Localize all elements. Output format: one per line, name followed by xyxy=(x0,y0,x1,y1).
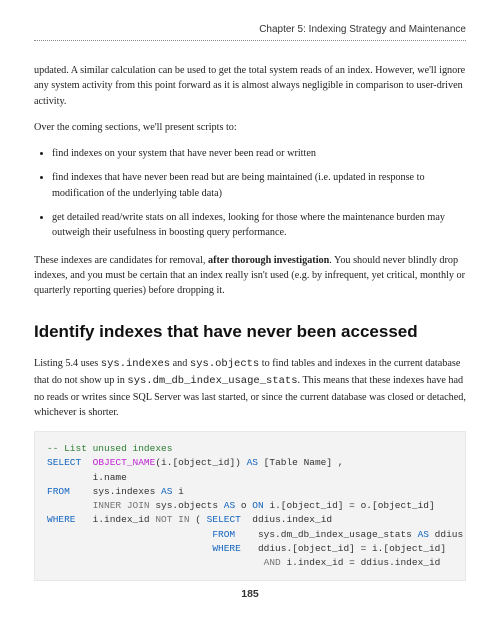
code-inline: sys.objects xyxy=(190,358,259,370)
code-text: (i.[object_id]) xyxy=(155,457,241,468)
code-keyword: WHERE xyxy=(47,514,76,525)
code-not-in: NOT IN xyxy=(155,514,189,525)
code-keyword: AS xyxy=(161,486,172,497)
bullet-list: find indexes on your system that have ne… xyxy=(34,146,466,240)
code-text: ddius xyxy=(429,529,463,540)
paragraph-4: Listing 5.4 uses sys.indexes and sys.obj… xyxy=(34,356,466,420)
code-keyword: WHERE xyxy=(212,543,241,554)
section-heading: Identify indexes that have never been ac… xyxy=(34,319,466,345)
code-text xyxy=(47,529,212,540)
code-keyword: AS xyxy=(224,500,235,511)
list-item: find indexes that have never been read b… xyxy=(52,170,466,201)
code-text: i.name xyxy=(47,472,127,483)
code-text xyxy=(47,557,264,568)
text: Listing 5.4 uses xyxy=(34,358,101,369)
code-text: ddius.index_id xyxy=(241,514,332,525)
code-text: [Table Name] , xyxy=(258,457,344,468)
code-keyword: FROM xyxy=(47,486,70,497)
bold-text: after thorough investigation xyxy=(208,255,329,266)
code-text: ( xyxy=(190,514,207,525)
code-text: sys.dm_db_index_usage_stats xyxy=(235,529,417,540)
code-block: -- List unused indexes SELECT OBJECT_NAM… xyxy=(34,431,466,581)
code-function: OBJECT_NAME xyxy=(93,457,156,468)
code-keyword: ON xyxy=(252,500,263,511)
code-text: sys.objects xyxy=(150,500,224,511)
code-text: o xyxy=(235,500,252,511)
code-text: i xyxy=(172,486,183,497)
code-join: INNER JOIN xyxy=(93,500,150,511)
text: These indexes are candidates for removal… xyxy=(34,255,208,266)
code-inline: sys.indexes xyxy=(101,358,170,370)
code-text: i.index_id = ddius.index_id xyxy=(281,557,441,568)
code-text xyxy=(47,543,212,554)
code-keyword: AS xyxy=(418,529,429,540)
chapter-header: Chapter 5: Indexing Strategy and Mainten… xyxy=(34,22,466,41)
code-text xyxy=(47,500,93,511)
code-and: AND xyxy=(264,557,281,568)
code-text: i.[object_id] = o.[object_id] xyxy=(264,500,435,511)
text: and xyxy=(170,358,190,369)
code-keyword: AS xyxy=(247,457,258,468)
list-item: get detailed read/write stats on all ind… xyxy=(52,210,466,241)
page-number: 185 xyxy=(0,587,500,603)
list-item: find indexes on your system that have ne… xyxy=(52,146,466,161)
code-inline: sys.dm_db_index_usage_stats xyxy=(127,375,297,387)
code-text: sys.indexes xyxy=(70,486,161,497)
code-keyword: SELECT xyxy=(47,457,81,468)
paragraph-1: updated. A similar calculation can be us… xyxy=(34,63,466,109)
code-text: i.index_id xyxy=(76,514,156,525)
code-text: ddius.[object_id] = i.[object_id] xyxy=(241,543,446,554)
code-comment: -- List unused indexes xyxy=(47,443,172,454)
code-keyword: SELECT xyxy=(207,514,241,525)
code-keyword: FROM xyxy=(212,529,235,540)
paragraph-2: Over the coming sections, we'll present … xyxy=(34,120,466,135)
paragraph-3: These indexes are candidates for removal… xyxy=(34,253,466,299)
